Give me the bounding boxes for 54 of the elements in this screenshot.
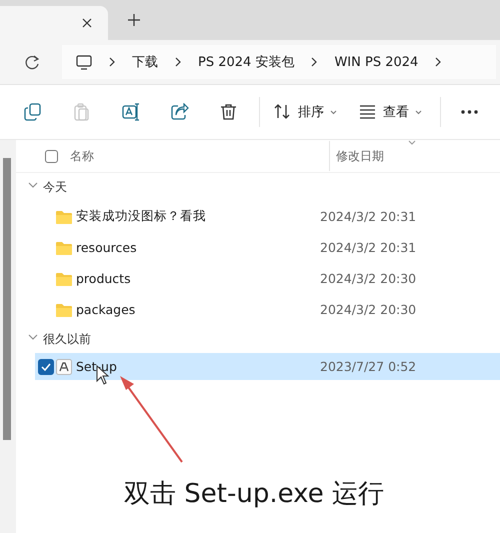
chevron-icon[interactable] [174,57,182,67]
file-row[interactable]: packages 2024/3/2 20:30 [35,294,500,325]
sort-icon [274,103,292,121]
rename-icon [122,103,140,121]
group-label[interactable]: 很久以前 [43,330,91,348]
sort-caret-icon [408,140,416,145]
folder-icon [56,272,72,286]
close-icon[interactable] [82,18,92,28]
column-header[interactable]: 名称 [70,141,330,171]
caret-icon [330,110,337,114]
copy-icon [24,103,42,121]
file-row[interactable]: 安装成功没图标？看我 2024/3/2 20:31 [35,201,500,232]
paste-icon [73,103,91,121]
refresh-icon[interactable] [25,54,40,70]
caret-icon [415,110,422,114]
checkbox[interactable] [38,358,54,374]
scrollbar-thumb[interactable] [3,158,11,440]
file-name: Set-up [76,359,118,374]
modified-date: 2024/3/2 20:31 [320,209,416,224]
file-name: products [76,271,132,286]
modified-date: 2023/7/27 0:52 [320,359,416,374]
chevron-icon[interactable] [434,57,442,67]
chevron-icon[interactable] [310,57,318,67]
address-bar[interactable]: 下载 PS 2024 安装包 WIN PS 2024 [62,45,496,79]
add-tab-icon[interactable] [128,14,140,26]
file-name: packages [76,302,136,317]
check-icon [40,360,52,372]
view-button[interactable]: 查看 [355,94,426,130]
modified-date: 2024/3/2 20:30 [320,302,416,317]
group-label[interactable]: 今天 [43,178,67,196]
chevron-icon[interactable] [108,57,116,67]
breadcrumb-item[interactable]: WIN PS 2024 [334,54,418,70]
monitor-icon[interactable] [76,54,92,70]
modified-date: 2024/3/2 20:31 [320,240,416,255]
more-icon [461,110,479,114]
folder-icon [56,302,72,316]
modified-date: 2024/3/2 20:30 [320,271,416,286]
folder-icon [56,210,72,224]
file-row[interactable]: Set-up 2023/7/27 0:52 [35,353,500,380]
file-name: 安装成功没图标？看我 [76,208,207,225]
breadcrumb-item[interactable]: 下载 [132,53,158,71]
trash-icon [220,103,238,121]
column-header[interactable]: 修改日期 [336,148,384,164]
caption: 双击 Set-up.exe 运行 [123,478,385,511]
app-icon [56,358,72,374]
file-row[interactable]: products 2024/3/2 20:30 [35,263,500,294]
share-icon [171,103,189,121]
sort-button[interactable]: 排序 [270,94,341,130]
file-name: resources [76,240,138,255]
file-row[interactable]: resources 2024/3/2 20:31 [35,232,500,263]
breadcrumb-item[interactable]: PS 2024 安装包 [198,53,294,71]
checkbox[interactable] [45,150,58,162]
list-view-icon [359,103,377,121]
folder-icon [56,240,72,254]
